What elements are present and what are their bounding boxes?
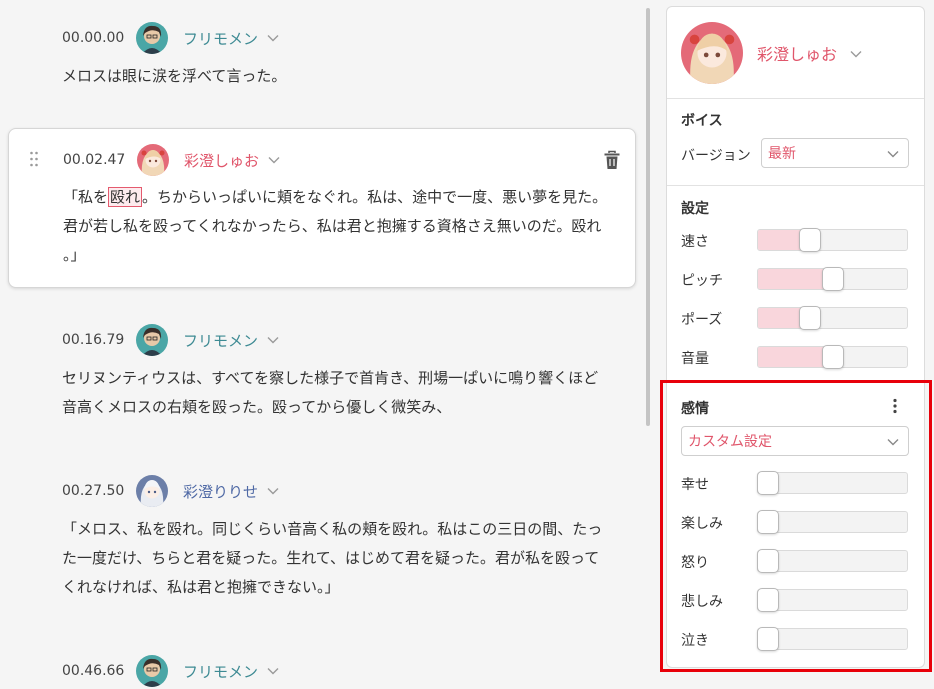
slider-label: ポーズ [681, 312, 723, 328]
script-line[interactable]: 君が若し私を殴ってくれなかったら、私は君と抱擁する資格さえ無いのだ。殴れ [63, 212, 629, 241]
avatar [136, 22, 168, 54]
chevron-down-icon[interactable] [267, 153, 281, 167]
character-name[interactable]: 彩澄しゅお [757, 41, 837, 65]
text-segment: 「私を [63, 188, 109, 206]
speaker-name[interactable]: フリモメン [183, 28, 258, 49]
chevron-down-icon[interactable] [266, 31, 280, 45]
slider-track[interactable] [757, 228, 908, 252]
chevron-down-icon[interactable] [266, 664, 280, 678]
version-label: バージョン [681, 148, 751, 164]
highlighted-word[interactable]: 殴れ [108, 187, 143, 207]
avatar [136, 475, 168, 507]
selected-script-card[interactable]: 00.02.47 彩澄しゅお 「私を 殴れ 。ちからいっぱいに頬をなぐれ。私は、途中… [8, 128, 636, 288]
slider-label: 音量 [681, 351, 709, 367]
avatar [137, 144, 169, 176]
character-header[interactable]: 彩澄しゅお [667, 7, 924, 99]
slider-handle[interactable] [799, 228, 822, 252]
speaker-name[interactable]: フリモメン [183, 330, 258, 351]
script-line[interactable]: 「メロス、私を殴れ。同じくらい音高く私の頬を殴れ。私はこの三日の間、たっ [62, 515, 628, 544]
slider-track[interactable] [757, 267, 908, 291]
speaker-name[interactable]: フリモメン [183, 661, 258, 682]
script-line[interactable]: セリヌンティウスは、すべてを察した様子で首肯き、刑場一ぱいに鳴り響くほど [62, 364, 628, 393]
timestamp: 00.00.00 [62, 30, 125, 46]
trash-icon[interactable] [603, 150, 621, 170]
slider-handle[interactable] [799, 306, 822, 330]
avatar [136, 655, 168, 687]
slider-label: 速さ [681, 234, 709, 250]
script-line[interactable]: 音高くメロスの右頬を殴った。殴ってから優しく微笑み、 [62, 393, 628, 422]
slider-track[interactable] [757, 345, 908, 369]
speaker-name[interactable]: 彩澄りりせ [183, 481, 258, 502]
divider [667, 185, 924, 186]
voice-section-title: ボイス [681, 113, 723, 129]
chevron-down-icon[interactable] [849, 47, 863, 61]
script-line[interactable]: た一度だけ、ちらと君を疑った。生れて、はじめて君を疑った。君が私を殴って [62, 544, 628, 573]
slider-handle[interactable] [821, 345, 844, 369]
slider-handle[interactable] [821, 267, 844, 291]
timestamp: 00.02.47 [63, 152, 126, 168]
version-select[interactable]: 最新 [761, 138, 909, 168]
chevron-down-icon[interactable] [266, 333, 280, 347]
speaker-name[interactable]: 彩澄しゅお [184, 150, 259, 171]
timestamp: 00.46.66 [62, 663, 125, 679]
script-list: 00.00.00 フリモメン メロスは眼に涙を浮べて言った。 00.02.47 … [0, 0, 644, 689]
text-segment: 。ちからいっぱいに頬をなぐれ。私は、途中で一度、悪い夢を見た。 [142, 188, 608, 206]
chevron-down-icon[interactable] [266, 484, 280, 498]
emotion-highlight-box [660, 380, 932, 672]
avatar [136, 324, 168, 356]
settings-section-title: 設定 [681, 201, 709, 217]
chevron-down-icon [887, 151, 899, 158]
script-line[interactable]: くれなければ、私は君と抱擁できない。」 [62, 573, 628, 602]
drag-handle-icon[interactable] [29, 151, 39, 167]
version-value: 最新 [768, 146, 796, 162]
script-line[interactable]: 。」 [63, 241, 629, 270]
scrollbar[interactable] [646, 8, 650, 426]
slider-label: ピッチ [681, 273, 723, 289]
slider-track[interactable] [757, 306, 908, 330]
timestamp: 00.27.50 [62, 483, 125, 499]
timestamp: 00.16.79 [62, 332, 125, 348]
avatar [681, 22, 743, 84]
script-line[interactable]: メロスは眼に涙を浮べて言った。 [62, 62, 628, 91]
script-line[interactable]: 「私を 殴れ 。ちからいっぱいに頬をなぐれ。私は、途中で一度、悪い夢を見た。 [63, 183, 629, 212]
